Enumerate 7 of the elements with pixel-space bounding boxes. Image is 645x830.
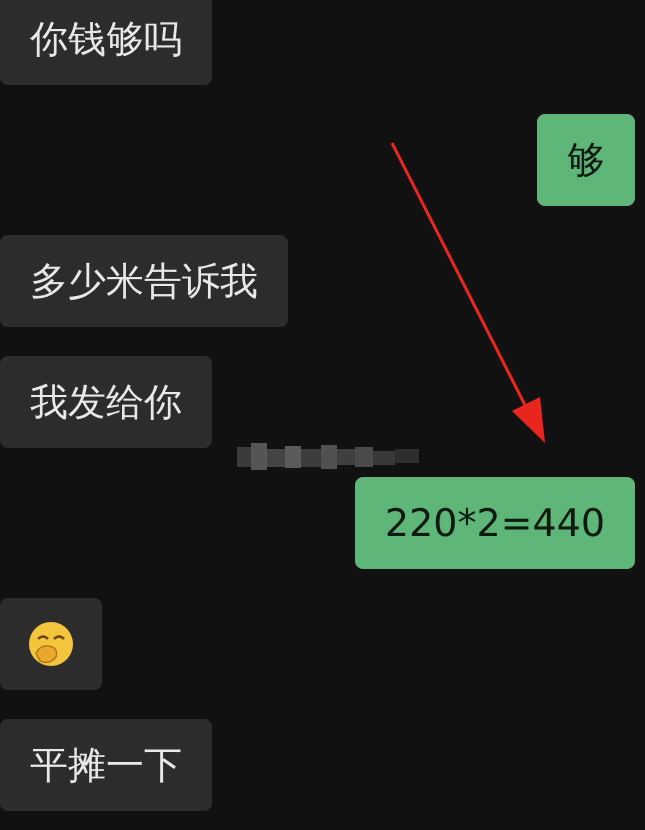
message-bubble: 够 — [537, 114, 635, 206]
message-bubble: 你钱够吗 — [0, 0, 212, 85]
message-bubble: 多少米告诉我 — [0, 235, 288, 327]
message-bubble: 220*2=440 — [354, 477, 635, 569]
emoji-icon — [26, 619, 76, 669]
message-bubble: 平摊一下 — [0, 719, 212, 811]
message-bubble: 我发给你 — [0, 356, 212, 448]
